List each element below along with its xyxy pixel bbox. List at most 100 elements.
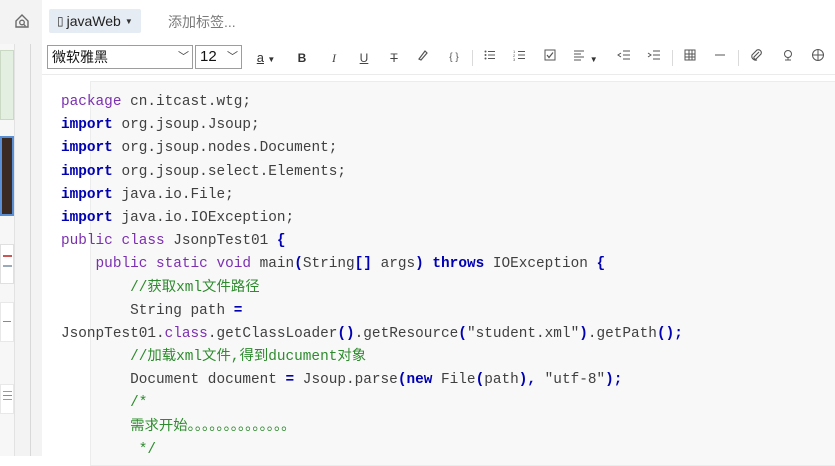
indent-icon[interactable] bbox=[646, 48, 662, 68]
thumbnail-1[interactable] bbox=[0, 50, 14, 120]
font-color-button[interactable]: a ▼ bbox=[252, 48, 280, 68]
attachment-icon[interactable] bbox=[748, 48, 764, 68]
more-options-icon[interactable] bbox=[810, 48, 826, 68]
code-token: import bbox=[61, 140, 113, 157]
note-search-icon[interactable] bbox=[12, 12, 32, 32]
align-icon[interactable]: ▼ bbox=[572, 48, 598, 68]
note-thumbnail-list bbox=[0, 44, 15, 456]
numbered-list-icon[interactable]: 123 bbox=[512, 48, 528, 68]
code-token: .getPath bbox=[587, 325, 657, 342]
code-token: .getResource bbox=[354, 325, 459, 342]
notebook-icon: ▯ bbox=[57, 14, 64, 28]
notebook-label: javaWeb bbox=[66, 13, 121, 29]
highlight-icon[interactable] bbox=[415, 48, 431, 68]
code-token: package bbox=[61, 94, 122, 110]
bullet-list-icon[interactable] bbox=[482, 48, 498, 68]
code-line: String path = bbox=[61, 300, 683, 323]
code-token: import bbox=[61, 117, 113, 134]
italic-button[interactable]: I bbox=[326, 48, 342, 68]
code-token: import bbox=[61, 186, 113, 203]
code-token: String bbox=[302, 256, 355, 273]
code-token: /* bbox=[130, 395, 148, 412]
code-line: import java.io.File; bbox=[61, 184, 683, 207]
sidebar-divider bbox=[30, 44, 31, 456]
font-color-label: a bbox=[256, 50, 264, 65]
format-toolbar: 微软雅黑 ﹀ 12 ﹀ a ▼ B I U T { } 123 ▼ bbox=[42, 42, 835, 75]
code-token: () bbox=[337, 325, 355, 342]
code-line: public static void main(String[] args) t… bbox=[61, 253, 683, 276]
add-tag-input[interactable]: 添加标签... bbox=[168, 12, 236, 32]
code-token: Jsoup.parse bbox=[294, 372, 398, 389]
code-token: "utf-8" bbox=[536, 372, 606, 389]
underline-button[interactable]: U bbox=[356, 48, 372, 68]
code-token: */ bbox=[138, 441, 157, 458]
checkbox-list-icon[interactable] bbox=[542, 48, 558, 68]
pen-icon[interactable] bbox=[780, 48, 796, 68]
code-line: */ bbox=[61, 439, 683, 462]
code-content[interactable]: package cn.itcast.wtg; import org.jsoup.J… bbox=[61, 91, 683, 462]
code-button[interactable]: { } bbox=[444, 48, 464, 68]
code-token: ) bbox=[415, 256, 424, 273]
thumbnail-5[interactable] bbox=[0, 384, 14, 414]
bold-button[interactable]: B bbox=[294, 48, 310, 68]
font-family-select[interactable]: 微软雅黑 ﹀ bbox=[47, 45, 193, 69]
code-token: = bbox=[233, 302, 243, 319]
strikethrough-button[interactable]: T bbox=[386, 48, 402, 68]
code-line: public class JsonpTest01 { bbox=[61, 230, 683, 253]
code-token: org.jsoup.nodes.Document; bbox=[112, 140, 338, 157]
code-token: public class bbox=[61, 233, 165, 250]
code-token: { bbox=[276, 233, 286, 250]
left-sidebar bbox=[0, 0, 43, 456]
code-token: public static void bbox=[95, 256, 251, 273]
code-token: java.io.File; bbox=[112, 186, 234, 203]
code-token: import bbox=[61, 163, 113, 180]
code-token: "student.xml" bbox=[466, 325, 580, 342]
code-line: JsonpTest01.class.getClassLoader().getRe… bbox=[61, 323, 683, 346]
horizontal-rule-icon[interactable] bbox=[712, 48, 728, 68]
font-family-value: 微软雅黑 bbox=[52, 49, 108, 65]
code-token: cn.itcast.wtg; bbox=[121, 94, 251, 110]
code-token: JsonpTest01 bbox=[164, 233, 277, 250]
code-token: java.io.IOException; bbox=[112, 209, 295, 226]
code-token: [] bbox=[354, 256, 372, 273]
code-token: .getClassLoader bbox=[207, 325, 338, 342]
code-token: class bbox=[164, 325, 208, 342]
code-token: = bbox=[285, 372, 295, 389]
code-token: { bbox=[596, 256, 606, 273]
code-token: //加载xml文件,得到ducument对象 bbox=[130, 349, 367, 366]
code-line: package cn.itcast.wtg; bbox=[61, 91, 683, 114]
chevron-down-icon: ﹀ bbox=[178, 51, 189, 63]
code-line: import org.jsoup.nodes.Document; bbox=[61, 137, 683, 160]
code-token: Document document bbox=[61, 372, 286, 389]
font-size-value: 12 bbox=[200, 48, 217, 65]
code-token: File bbox=[432, 372, 476, 389]
home-search-icon bbox=[15, 14, 29, 28]
thumbnail-4[interactable] bbox=[0, 302, 14, 342]
font-size-select[interactable]: 12 ﹀ bbox=[195, 45, 242, 69]
code-token: main bbox=[251, 256, 295, 273]
thumbnail-3[interactable] bbox=[0, 244, 14, 284]
toolbar-separator bbox=[472, 50, 473, 66]
tag-bar: ▯ javaWeb ▼ 添加标签... bbox=[42, 0, 835, 42]
chevron-down-icon: ▼ bbox=[267, 55, 276, 64]
code-token: //获取xml文件路径 bbox=[130, 279, 260, 296]
code-token: throws bbox=[432, 256, 485, 273]
thumbnail-2[interactable] bbox=[0, 136, 14, 216]
outdent-icon[interactable] bbox=[616, 48, 632, 68]
code-token: path bbox=[484, 372, 519, 389]
toolbar-separator bbox=[672, 50, 673, 66]
code-line: /* bbox=[61, 392, 683, 415]
code-token: 需求开始。。。。。。。。。。。。。。 bbox=[130, 418, 296, 435]
code-token: String path bbox=[61, 302, 234, 319]
table-icon[interactable] bbox=[682, 48, 698, 68]
chevron-down-icon: ▼ bbox=[589, 55, 598, 64]
code-token: IOException bbox=[484, 256, 597, 273]
code-token: ( bbox=[458, 325, 467, 342]
svg-text:3: 3 bbox=[513, 57, 516, 62]
notebook-selector[interactable]: ▯ javaWeb ▼ bbox=[49, 9, 141, 33]
code-token: new bbox=[406, 372, 433, 389]
